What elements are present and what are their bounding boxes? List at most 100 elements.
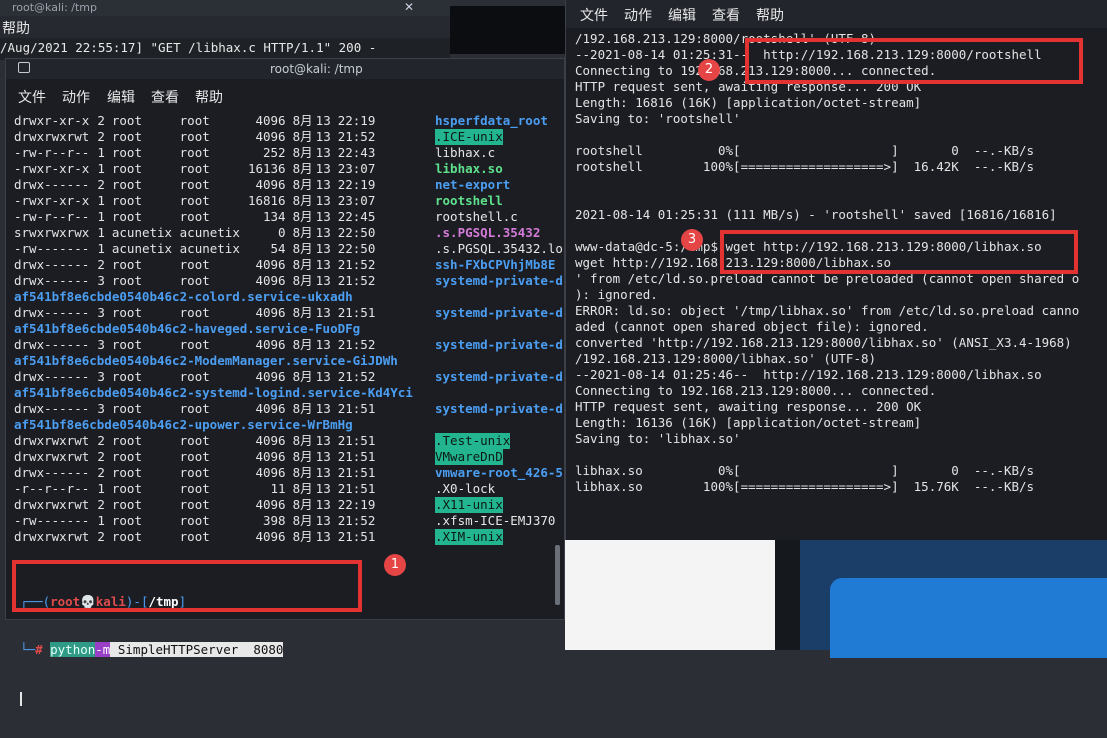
menu-item-help[interactable]: 帮助 — [2, 18, 30, 38]
size: 4096 — [255, 129, 286, 144]
time: 21:51 — [337, 481, 376, 496]
owner: root — [111, 209, 142, 224]
permissions: drwx------ — [14, 257, 90, 272]
menu-item-edit[interactable]: 编辑 — [107, 87, 135, 107]
file-name: libhax.so — [435, 161, 503, 176]
menu-item-action[interactable]: 动作 — [62, 87, 90, 107]
month: 8月 — [292, 161, 313, 176]
permissions: drwxrwxrwt — [14, 433, 90, 448]
output-line: Saving to: 'rootshell' — [575, 111, 741, 126]
file-name: systemd-private-d — [435, 273, 563, 288]
day: 13 — [315, 145, 331, 160]
listing-row: -rw------- 1 root root 398 8月 13 21:52 .xfsm-ICE… — [14, 513, 555, 529]
day: 13 — [315, 241, 331, 256]
owner: root — [111, 529, 142, 544]
output-line: libhax.so 100%[===================>] 15.… — [575, 479, 1035, 494]
listing-row: drwx------ 2 root root 4096 8月 13 22:19 net-expo… — [14, 177, 510, 193]
listing-row: -r--r--r-- 1 root root 11 8月 13 21:51 .X0-lock — [14, 481, 495, 497]
day: 13 — [315, 433, 331, 448]
main-terminal-titlebar[interactable]: root@kali: /tmp — [6, 59, 564, 79]
listing-row: -rwxr-xr-x 1 root root 16136 8月 13 23:07 libhax.… — [14, 161, 503, 177]
month: 8月 — [292, 497, 313, 512]
owner: acunetix — [111, 225, 173, 240]
owner: root — [111, 497, 142, 512]
permissions: drwx------ — [14, 465, 90, 480]
time: 22:50 — [337, 225, 376, 240]
main-terminal-window[interactable]: root@kali: /tmp 文件 动作 编辑 查看 帮助 drwxr-xr-… — [5, 58, 565, 706]
owner: root — [111, 177, 142, 192]
annotation-box-2 — [745, 38, 1083, 84]
group: root — [179, 113, 210, 128]
owner: root — [111, 465, 142, 480]
menu-item-view[interactable]: 查看 — [712, 5, 740, 25]
owner: root — [111, 337, 142, 352]
listing-row: -rw-r--r-- 1 root root 252 8月 13 22:43 libhax.c — [14, 145, 495, 161]
file-name: rootshell.c — [435, 209, 518, 224]
listing-row: -rw-r--r-- 1 root root 134 8月 13 22:45 rootshell… — [14, 209, 518, 225]
permissions: drwx------ — [14, 273, 90, 288]
file-name: net-export — [435, 177, 511, 192]
permissions: srwxrwxrwx — [14, 225, 90, 240]
month: 8月 — [292, 273, 313, 288]
month: 8月 — [292, 305, 313, 320]
size: 16136 — [247, 161, 286, 176]
size: 4096 — [255, 305, 286, 320]
output-line: Saving to: 'libhax.so' — [575, 431, 741, 446]
menu-item-view[interactable]: 查看 — [151, 87, 179, 107]
month: 8月 — [292, 449, 313, 464]
permissions: -rw-r--r-- — [14, 145, 90, 160]
output-line: Length: 16816 (16K) [application/octet-s… — [575, 95, 922, 110]
month: 8月 — [292, 145, 313, 160]
permissions: drwxrwxrwt — [14, 497, 90, 512]
group: root — [179, 449, 210, 464]
listing-row: -rwxr-xr-x 1 root root 16816 8月 13 23:07 rootshe… — [14, 193, 503, 209]
menu-item-action[interactable]: 动作 — [624, 5, 652, 25]
group: acunetix — [179, 225, 240, 240]
permissions: drwxr-xr-x — [14, 113, 90, 128]
group: root — [179, 129, 210, 144]
day: 13 — [315, 529, 331, 544]
menu-item-file[interactable]: 文件 — [18, 87, 46, 107]
group: root — [179, 257, 210, 272]
listing-row: drwxrwxrwt 2 root root 4096 8月 13 21:52 .ICE-uni… — [14, 129, 503, 145]
menu-item-help[interactable]: 帮助 — [195, 87, 223, 107]
owner: root — [111, 273, 142, 288]
permissions: drwxrwxrwt — [14, 129, 90, 144]
day: 13 — [315, 481, 331, 496]
permissions: drwxrwxrwt — [14, 529, 90, 544]
owner: root — [111, 369, 142, 384]
output-line: libhax.so 0%[ ] 0 --.-KB/s — [575, 463, 1035, 478]
background-terminal-titlebar: root@kali: /tmp ✕ — [0, 0, 450, 16]
scrollbar[interactable] — [555, 545, 560, 605]
owner: root — [111, 433, 142, 448]
menu-item-edit[interactable]: 编辑 — [668, 5, 696, 25]
listing-row: drwx------ 3 root root 4096 8月 13 21:52 systemd-… — [14, 273, 563, 289]
file-name: .ICE-unix — [435, 129, 503, 145]
month: 8月 — [292, 529, 313, 544]
background-terminal-menubar: 帮助 — [0, 16, 450, 38]
output-line: HTTP request sent, awaiting response... … — [575, 399, 922, 414]
file-name: .s.PGSQL.35432.lo — [435, 241, 563, 256]
size: 4096 — [255, 257, 286, 272]
background-window-fragment — [565, 540, 775, 650]
group: acunetix — [179, 241, 240, 256]
menu-item-file[interactable]: 文件 — [580, 5, 608, 25]
owner: root — [111, 481, 142, 496]
group: root — [179, 305, 210, 320]
file-name: af541bf8e6cbde0540b46c2-systemd-logind.s… — [14, 385, 413, 400]
listing-continuation-row: af541bf8e6cbde0540b46c2-systemd-logind.s… — [14, 385, 413, 401]
background-terminal-title: root@kali: /tmp — [12, 1, 98, 14]
owner: acunetix — [111, 241, 173, 256]
size: 16816 — [247, 193, 286, 208]
owner: root — [111, 305, 142, 320]
month: 8月 — [292, 113, 313, 128]
day: 13 — [315, 113, 331, 128]
file-name: .Test-unix — [435, 433, 511, 449]
link-count: 1 — [97, 161, 105, 176]
time: 21:51 — [337, 401, 376, 416]
month: 8月 — [292, 481, 313, 496]
window-edge — [775, 540, 800, 650]
close-icon[interactable]: ✕ — [404, 0, 414, 14]
menu-item-help[interactable]: 帮助 — [756, 5, 784, 25]
permissions: drwx------ — [14, 305, 90, 320]
